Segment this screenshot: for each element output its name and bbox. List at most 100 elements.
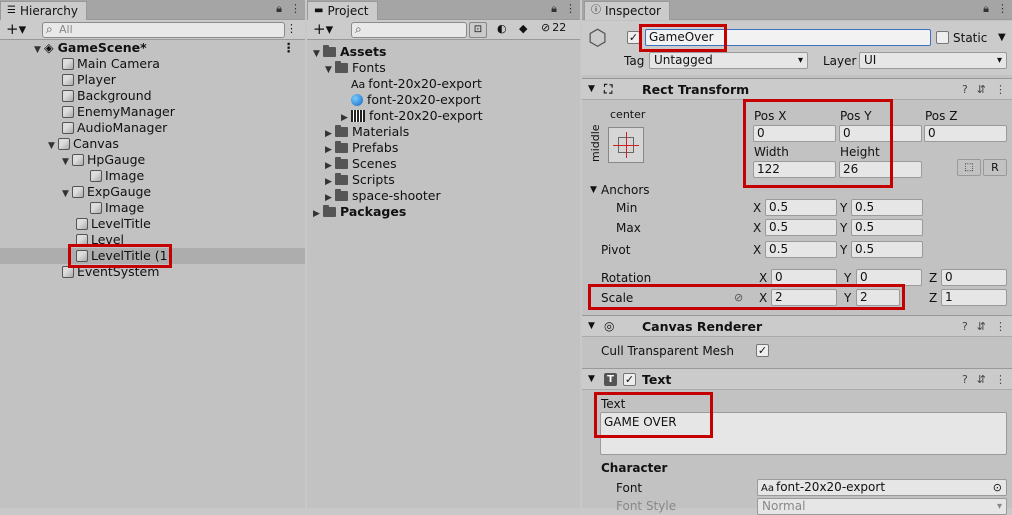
scale-x-field[interactable]: 2 [771,289,837,306]
hierarchy-item[interactable]: ▼Canvas [0,136,305,152]
height-field[interactable]: 26 [839,161,922,178]
rotation-x-field[interactable]: 0 [771,269,837,286]
anchor-preset-button[interactable] [608,127,644,163]
assets-folder[interactable]: ▼Assets [307,44,580,60]
project-folder[interactable]: ▶Scenes [307,156,580,172]
chevron-down-icon[interactable]: ▼ [998,30,1006,46]
kebab-icon[interactable]: ⋮ [997,2,1008,16]
scale-y-field[interactable]: 2 [856,289,900,306]
project-folder[interactable]: ▶space-shooter [307,188,580,204]
raw-edit-button[interactable]: R [983,159,1007,176]
collapse-arrow-icon[interactable]: ▼ [588,369,595,390]
help-icon[interactable]: ? [962,316,968,337]
hierarchy-search-input[interactable]: All [42,22,285,38]
settings-icon[interactable]: ⇵ [977,79,986,100]
cull-mesh-checkbox[interactable]: ✓ [756,344,769,357]
settings-icon[interactable]: ⇵ [977,369,986,390]
hierarchy-item[interactable]: EnemyManager [0,104,305,120]
hierarchy-item[interactable]: Main Camera [0,56,305,72]
project-folder[interactable]: ▶Prefabs [307,140,580,156]
rotation-label: Rotation [601,270,651,286]
pivot-y-field[interactable]: 0.5 [851,241,923,258]
hierarchy-item[interactable]: Level [0,232,305,248]
canvas-renderer-icon: ◎ [604,320,617,333]
scale-z-field[interactable]: 1 [941,289,1007,306]
font-asset[interactable]: Aafont-20x20-export [307,76,580,92]
pos-y-field[interactable]: 0 [839,125,922,142]
lock-icon[interactable]: 🔒︎ [276,2,282,16]
settings-icon[interactable]: ⇵ [977,316,986,337]
project-tab[interactable]: ▬Project [307,1,378,20]
text-enabled-checkbox[interactable]: ✓ [623,373,636,386]
pos-x-field[interactable]: 0 [753,125,836,142]
scene-row[interactable]: ▼◈GameScene* ⋮ [0,40,305,56]
packages-folder[interactable]: ▶Packages [307,204,580,220]
material-asset[interactable]: font-20x20-export [307,92,580,108]
active-checkbox[interactable]: ✓ [627,31,640,44]
texture-asset[interactable]: ▶font-20x20-export [307,108,580,124]
anchor-max-x-field[interactable]: 0.5 [765,219,837,236]
pos-y-label: Pos Y [840,108,872,124]
project-folder[interactable]: ▶Materials [307,124,580,140]
width-field[interactable]: 122 [753,161,836,178]
lock-icon[interactable]: 🔒︎ [983,2,989,16]
hierarchy-item[interactable]: LevelTitle [0,216,305,232]
expand-arrow-icon[interactable]: ▶ [313,206,323,222]
kebab-icon[interactable]: ⋮ [286,22,297,35]
fonts-folder[interactable]: ▼Fonts [307,60,580,76]
rotation-z-field[interactable]: 0 [941,269,1007,286]
hidden-packages-toggle[interactable]: ⊘22 [541,21,566,34]
object-picker-icon[interactable]: ⊙ [993,480,1002,495]
text-content-area[interactable]: GAME OVER [600,412,1007,455]
anchor-min-y-field[interactable]: 0.5 [851,199,923,216]
hierarchy-item[interactable]: Player [0,72,305,88]
anchor-max-y-field[interactable]: 0.5 [851,219,923,236]
help-icon[interactable]: ? [962,79,968,100]
rect-transform-header[interactable]: ▼ ⛶ Rect Transform ?⇵⋮ [582,78,1012,100]
kebab-icon[interactable]: ⋮ [283,40,296,56]
collapse-arrow-icon[interactable]: ▼ [588,316,595,337]
hierarchy-item[interactable]: Image [0,168,305,184]
object-name-input[interactable]: GameOver [645,29,931,46]
help-icon[interactable]: ? [962,369,968,390]
static-checkbox[interactable] [936,31,949,44]
inspector-tab-icons: 🔒︎ ⋮ [983,2,1008,16]
kebab-icon[interactable]: ⋮ [995,316,1006,337]
hierarchy-item[interactable]: Background [0,88,305,104]
add-icon[interactable]: +▾ [6,20,26,39]
hierarchy-tab[interactable]: ☰Hierarchy [0,1,87,20]
kebab-icon[interactable]: ⋮ [565,2,576,16]
canvas-renderer-header[interactable]: ▼ ◎ Canvas Renderer ?⇵⋮ [582,315,1012,337]
hierarchy-item[interactable]: EventSystem [0,264,305,280]
kebab-icon[interactable]: ⋮ [290,2,301,16]
tag-dropdown[interactable]: Untagged [649,52,808,69]
hierarchy-item[interactable]: ▼ExpGauge [0,184,305,200]
collapse-arrow-icon[interactable]: ▼ [590,182,597,198]
pivot-x-field[interactable]: 0.5 [765,241,837,258]
font-object-field[interactable]: Aafont-20x20-export⊙ [757,479,1007,496]
hierarchy-item[interactable]: Image [0,200,305,216]
project-folder[interactable]: ▶Scripts [307,172,580,188]
inspector-tab[interactable]: ⓘInspector [584,1,670,20]
label-icon[interactable]: ◆ [519,22,527,35]
y-label: Y [840,242,847,258]
link-off-icon[interactable]: ⊘ [734,290,743,306]
pos-z-field[interactable]: 0 [924,125,1007,142]
kebab-icon[interactable]: ⋮ [995,79,1006,100]
blueprint-mode-button[interactable]: ⬚ [957,159,981,176]
anchor-min-x-field[interactable]: 0.5 [765,199,837,216]
lock-icon[interactable]: 🔒︎ [551,2,557,16]
text-component-header[interactable]: ▼ T ✓ Text ?⇵⋮ [582,368,1012,390]
hierarchy-item[interactable]: ▼HpGauge [0,152,305,168]
search-by-type-icon[interactable]: ⊡ [469,22,487,38]
hierarchy-item[interactable]: AudioManager [0,120,305,136]
layer-dropdown[interactable]: UI [859,52,1007,69]
collapse-arrow-icon[interactable]: ▼ [588,79,595,100]
hierarchy-item-selected[interactable]: LevelTitle (1) [0,248,305,264]
project-search-input[interactable] [351,22,467,38]
kebab-icon[interactable]: ⋮ [995,369,1006,390]
rotation-y-field[interactable]: 0 [856,269,922,286]
font-style-dropdown[interactable]: Normal [757,498,1007,515]
filter-icon[interactable]: ◐ [497,22,507,35]
add-icon[interactable]: +▾ [313,20,333,39]
